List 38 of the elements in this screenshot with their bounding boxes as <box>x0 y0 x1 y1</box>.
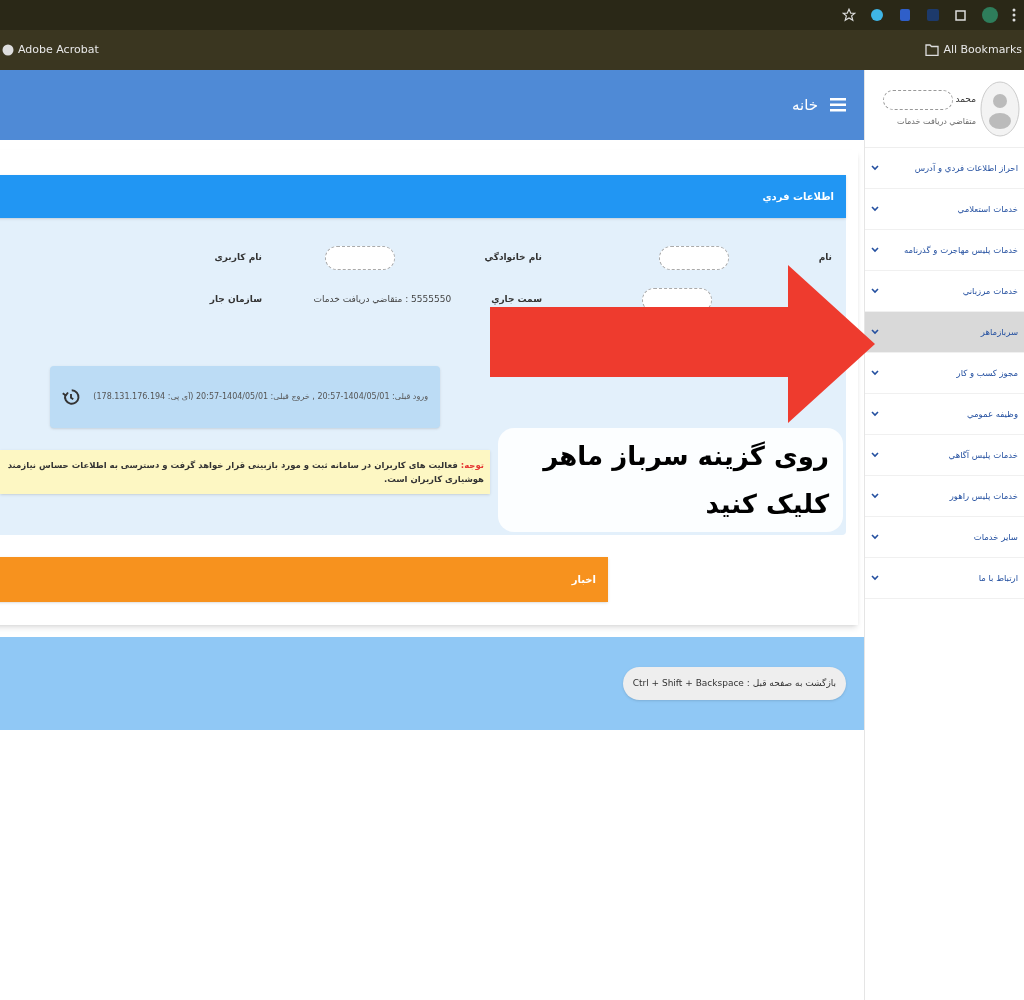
sidebar-item[interactable]: سربازماهر <box>865 312 1024 353</box>
login-info: ورود قبلی: 1404/05/01-20:57 , خروج قبلی: 1404/05/01-20:57 (آی پی: 178.131.176.194) <box>92 391 428 403</box>
chevron-down-icon <box>871 247 879 253</box>
back-shortcut-hint: Ctrl + Shift + Backspace : بازگشت به صفحه قبل <box>622 666 846 701</box>
chevron-down-icon <box>871 534 879 540</box>
section-title: اخبار <box>571 573 596 587</box>
field-label: نام <box>818 251 832 265</box>
history-icon[interactable] <box>62 388 80 406</box>
notice-text: توجه: فعالیت های کاربران در سامانه ثبت و مورد بازبینی قرار خواهد گرفت و دسترسی به اطلاعات حساس نیازمند هوشیاری کاربران است. <box>6 459 484 486</box>
menu-icon[interactable] <box>1012 8 1016 22</box>
callout-line: کلیک کنید <box>704 488 830 521</box>
profile-role: متقاضي دريافت خدمات <box>896 115 976 128</box>
chevron-down-icon <box>871 452 879 458</box>
globe-icon <box>2 44 14 56</box>
section-title: اطلاعات فردي <box>762 190 834 204</box>
chevron-down-icon <box>871 329 879 335</box>
chevron-down-icon <box>871 165 879 171</box>
folder-icon <box>925 44 940 56</box>
chevron-down-icon <box>871 370 879 376</box>
bookmark-link[interactable]: All Bookmarks <box>943 41 1022 59</box>
field-label: سمت جاري <box>491 293 542 307</box>
avatar-icon <box>980 80 1020 137</box>
field-value: 5555550 : متقاضي دريافت خدمات <box>313 293 452 307</box>
chevron-down-icon <box>871 575 879 581</box>
field-label: سازمان جار <box>209 293 262 307</box>
extension-icon[interactable] <box>870 8 884 22</box>
page-title: خانه <box>791 94 818 116</box>
field-label: نام کاربری <box>214 251 262 265</box>
field-label: نام خانوادگي <box>484 251 542 265</box>
profile-name: محمد <box>955 92 976 106</box>
callout-line: روی گزینه سرباز ماهر <box>541 440 830 474</box>
chevron-down-icon <box>871 206 879 212</box>
chevron-down-icon <box>871 411 879 417</box>
star-icon[interactable] <box>842 8 856 22</box>
chevron-down-icon <box>871 288 879 294</box>
profile-avatar-icon[interactable] <box>982 7 998 23</box>
chevron-down-icon <box>871 493 879 499</box>
bookmark-link[interactable]: Adobe Acrobat <box>18 41 99 59</box>
